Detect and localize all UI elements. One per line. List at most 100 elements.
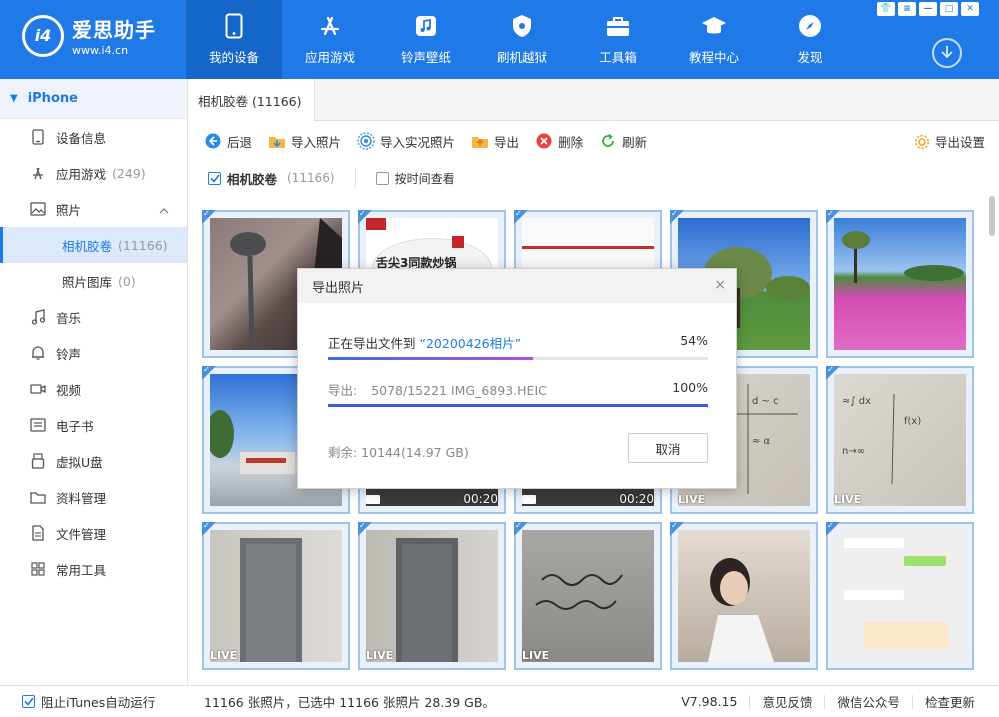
skin-button[interactable]: 👕 xyxy=(877,2,895,16)
sidebar-item-file-management[interactable]: 文件管理 xyxy=(0,515,187,551)
usb-icon xyxy=(30,453,46,469)
arrow-down-icon xyxy=(940,45,954,62)
book-icon xyxy=(30,417,46,433)
nav-tutorials[interactable]: 教程中心 xyxy=(666,0,762,79)
sidebar-item-virtual-usb[interactable]: 虚拟U盘 xyxy=(0,443,187,479)
live-badge: LIVE xyxy=(678,493,706,506)
export-icon xyxy=(471,132,489,150)
refresh-button[interactable]: 刷新 xyxy=(599,132,647,151)
block-itunes-label: 阻止iTunes自动运行 xyxy=(41,695,156,710)
selected-check-icon xyxy=(514,521,528,536)
current-file: 5078/15221 IMG_6893.HEIC xyxy=(371,383,547,398)
selected-check-icon xyxy=(826,210,840,224)
maximize-icon: □ xyxy=(944,4,954,14)
remaining-text: 剩余: 10144(14.97 GB) xyxy=(328,445,469,460)
selected-check-icon xyxy=(202,365,216,380)
live-photo-thumbnail[interactable]: LIVE xyxy=(514,521,662,670)
close-button[interactable]: ✕ xyxy=(961,2,979,16)
sidebar-item-camera-roll[interactable]: 相机胶卷 (11166) xyxy=(0,227,187,263)
chevron-up-icon xyxy=(159,202,169,217)
sidebar-item-ringtones[interactable]: 铃声 xyxy=(0,335,187,371)
sidebar-item-music[interactable]: 音乐 xyxy=(0,299,187,335)
live-photo-icon xyxy=(357,132,375,150)
nav-my-device[interactable]: 我的设备 xyxy=(186,0,282,79)
minimize-button[interactable]: — xyxy=(919,2,937,16)
sidebar-item-common-tools[interactable]: 常用工具 xyxy=(0,551,187,587)
check-update-link[interactable]: 检查更新 xyxy=(913,692,999,711)
dialog-title: 导出照片 xyxy=(312,280,365,296)
nav-flash-jailbreak[interactable]: 刷机越狱 xyxy=(474,0,570,79)
camera-roll-label: 相机胶卷 xyxy=(227,171,278,187)
delete-button[interactable]: 删除 xyxy=(535,132,583,151)
selected-check-icon xyxy=(202,521,216,536)
nav-ringtones[interactable]: 铃声壁纸 xyxy=(378,0,474,79)
svg-text:≈ α: ≈ α xyxy=(752,436,771,447)
photo-thumbnail[interactable] xyxy=(826,521,974,670)
export-settings-button[interactable]: 导出设置 xyxy=(914,132,985,151)
sidebar-item-device-info[interactable]: 设备信息 xyxy=(0,119,187,155)
delete-icon xyxy=(535,132,553,150)
file-icon xyxy=(30,525,46,541)
feedback-link[interactable]: 意见反馈 xyxy=(750,692,824,711)
sidebar: ▼ iPhone 设备信息 应用游戏 (249) 照片 相机胶卷 (11166)… xyxy=(0,79,188,685)
sidebar-item-ebooks[interactable]: 电子书 xyxy=(0,407,187,443)
nav-toolbox[interactable]: 工具箱 xyxy=(570,0,666,79)
sidebar-item-apps[interactable]: 应用游戏 (249) xyxy=(0,155,187,191)
cancel-button[interactable]: 取消 xyxy=(628,433,708,463)
music-icon xyxy=(30,309,46,325)
live-photo-thumbnail[interactable]: LIVE xyxy=(202,521,350,670)
selected-check-icon xyxy=(358,521,372,536)
camera-roll-checkbox[interactable] xyxy=(208,171,221,185)
video-duration: 00:20 xyxy=(463,492,498,506)
toolbar: 后退 导入照片 导入实况照片 导出 删除 刷新 导出设置 xyxy=(188,122,999,160)
close-icon: ✕ xyxy=(966,4,974,14)
wechat-link[interactable]: 微信公众号 xyxy=(825,692,912,711)
grid-scrollbar[interactable] xyxy=(989,196,995,236)
block-itunes-checkbox[interactable] xyxy=(22,695,35,708)
sidebar-item-data-management[interactable]: 资料管理 xyxy=(0,479,187,515)
sidebar-item-video[interactable]: 视频 xyxy=(0,371,187,407)
dialog-header: 导出照片 xyxy=(298,269,736,303)
window-controls: 👕 ≡ — □ ✕ xyxy=(877,2,979,16)
overall-progress-percent: 54% xyxy=(680,333,708,348)
file-progress-percent: 100% xyxy=(672,380,708,395)
file-progress-fill xyxy=(328,404,708,407)
photo-icon xyxy=(30,201,46,217)
menu-button[interactable]: ≡ xyxy=(898,2,916,16)
selected-check-icon xyxy=(514,210,528,224)
selected-check-icon xyxy=(670,210,684,224)
selected-check-icon xyxy=(826,521,840,536)
photo-thumbnail[interactable] xyxy=(670,521,818,670)
view-by-time-checkbox[interactable] xyxy=(375,171,389,185)
dialog-close-button[interactable]: × xyxy=(714,277,726,293)
graduation-cap-icon xyxy=(701,13,727,39)
main-nav: 我的设备 应用游戏 铃声壁纸 刷机越狱 工具箱 教程中心 发现 xyxy=(186,0,858,79)
download-manager-button[interactable] xyxy=(932,38,962,68)
video-camera-icon xyxy=(522,495,536,504)
selected-check-icon xyxy=(202,210,216,224)
sidebar-item-photo-library[interactable]: 照片图库 (0) xyxy=(0,263,187,299)
maximize-button[interactable]: □ xyxy=(940,2,958,16)
tab-camera-roll[interactable]: 相机胶卷 (11166) xyxy=(188,79,315,121)
device-header[interactable]: ▼ iPhone xyxy=(0,79,187,119)
file-progress-bar xyxy=(328,404,708,407)
gear-icon xyxy=(914,134,930,150)
video-camera-icon xyxy=(366,495,380,504)
bell-icon xyxy=(30,345,46,361)
nav-discover[interactable]: 发现 xyxy=(762,0,858,79)
export-button[interactable]: 导出 xyxy=(471,132,519,151)
sidebar-item-photos[interactable]: 照片 xyxy=(0,191,187,227)
device-info-icon xyxy=(30,129,46,145)
caret-down-icon: ▼ xyxy=(10,93,18,104)
menu-icon: ≡ xyxy=(903,4,911,14)
folder-icon xyxy=(30,489,46,505)
import-live-photo-button[interactable]: 导入实况照片 xyxy=(357,132,455,151)
live-photo-thumbnail[interactable]: LIVE xyxy=(358,521,506,670)
live-photo-thumbnail[interactable]: ≈∫ dx n→∞ f(x) LIVE xyxy=(826,365,974,514)
photo-thumbnail[interactable] xyxy=(826,210,974,358)
nav-apps[interactable]: 应用游戏 xyxy=(282,0,378,79)
app-logo: i4 爱思助手 www.i4.cn xyxy=(22,14,156,57)
back-button[interactable]: 后退 xyxy=(204,132,252,151)
import-photo-button[interactable]: 导入照片 xyxy=(268,132,341,151)
refresh-icon xyxy=(599,132,617,150)
